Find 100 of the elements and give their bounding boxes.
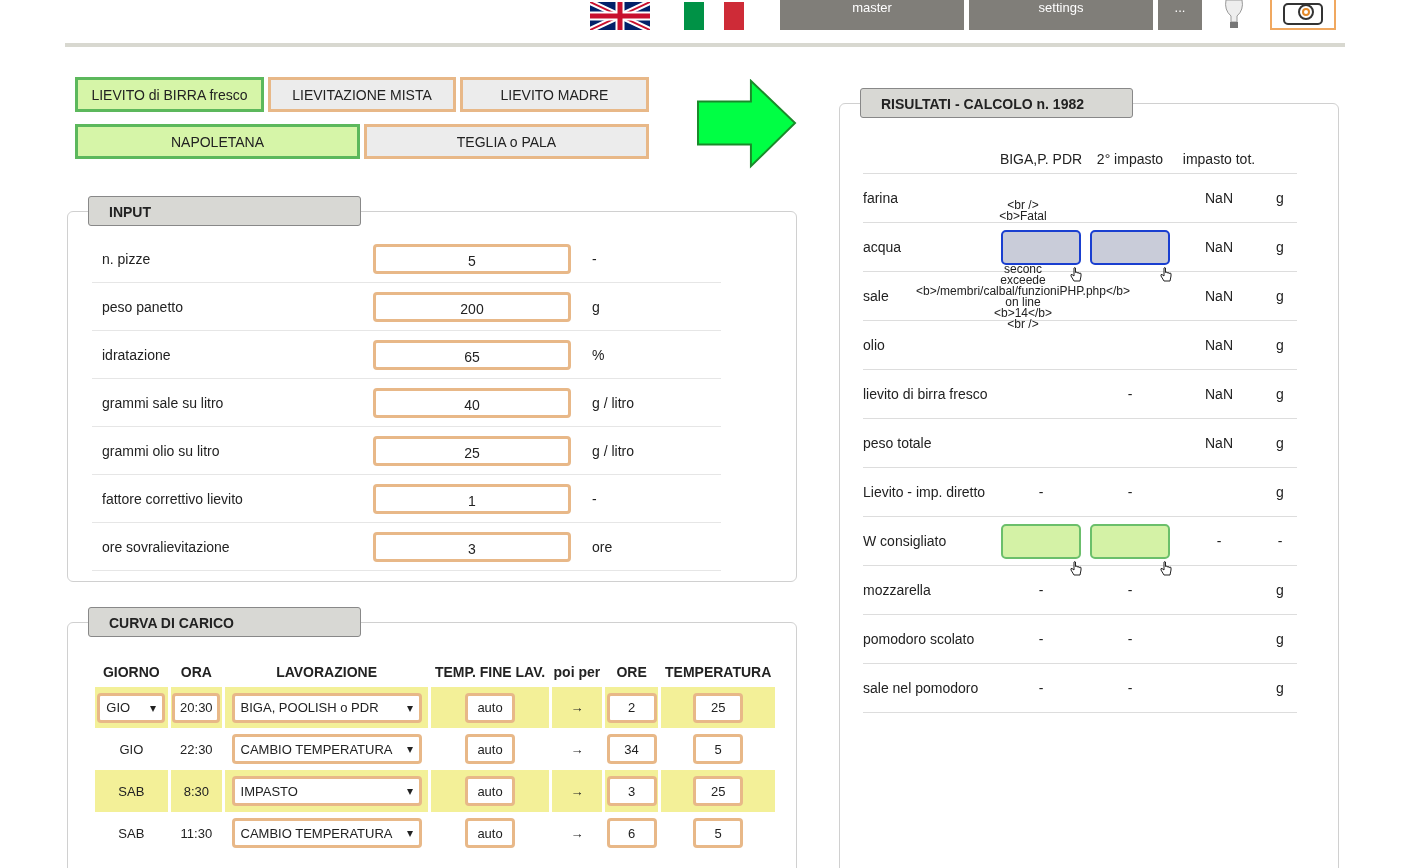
step-dropdown[interactable]: CAMBIO TEMPERATURA ▾ [231,734,422,764]
italy-flag-icon[interactable] [684,2,744,30]
input-field[interactable]: 200 [373,291,571,322]
day-text: GIO [119,741,144,757]
row-label: lievito di birra fresco [863,386,989,402]
arrow-text: → [570,783,584,799]
input-field[interactable]: 40 [373,387,571,418]
step-dropdown[interactable]: CAMBIO TEMPERATURA ▾ [231,818,422,848]
unit-label: g [1275,435,1285,451]
time-text: 8:30 [183,783,209,799]
temperature-field[interactable]: 25 [693,776,744,806]
time-text: 11:30 [180,825,213,841]
uk-flag-icon[interactable] [590,2,650,30]
result-field[interactable] [1001,229,1081,265]
hours-field[interactable]: 6 [606,818,657,848]
result-value: NaN [1204,288,1234,304]
unit-label: ore [592,538,613,555]
result-value: - [1037,582,1045,598]
unit-label: g [1275,386,1285,402]
temperature-field[interactable]: 25 [693,692,744,723]
mode-tab[interactable]: LIEVITO MADRE [460,77,649,112]
day-text: SAB [118,825,145,841]
row-label: olio [863,337,886,353]
end-temp-field[interactable]: auto [465,818,516,848]
column-header: TEMP. FINE LAV. [433,663,547,682]
result-value: NaN [1204,190,1234,206]
error-text: exceede [1000,275,1046,286]
mode-tab[interactable]: LIEVITAZIONE MISTA [268,77,456,112]
result-value: - [1126,484,1134,500]
column-header: poi per [552,663,602,682]
camera-icon[interactable] [1270,0,1336,30]
step-dropdown[interactable]: IMPASTO ▾ [231,776,422,806]
menu-button[interactable]: settings [969,0,1153,30]
result-value: - [1037,484,1045,500]
input-field[interactable]: 1 [373,483,571,514]
end-temp-field[interactable]: auto [465,776,516,806]
input-field[interactable]: 5 [373,243,571,274]
time-text: 22:30 [180,741,213,757]
temperature-field[interactable]: 5 [693,734,744,764]
result-value: - [1126,631,1134,647]
hours-field[interactable]: 34 [606,734,657,764]
step-dropdown[interactable]: BIGA, POOLISH o PDR ▾ [231,692,422,723]
mode-tab[interactable]: TEGLIA o PALA [364,124,649,159]
row-label: Lievito - imp. diretto [863,484,987,500]
error-text: <br /> [1007,200,1039,211]
mode-tab[interactable]: NAPOLETANA [75,124,360,159]
row-label: sale nel pomodoro [863,680,980,696]
menu-button[interactable]: ... [1158,0,1202,30]
result-field[interactable] [1090,523,1170,559]
row-label: pomodoro scolato [863,631,976,647]
unit-label: g [1275,680,1285,696]
hand-pointer-icon[interactable] [1069,560,1083,577]
column-header: BIGA,P. PDR [998,150,1084,167]
result-field[interactable] [1090,229,1170,265]
hours-field[interactable]: 3 [606,776,657,806]
error-text: <br /> [1007,319,1039,330]
result-value: - [1037,631,1045,647]
column-header: 2° impasto [1095,150,1165,167]
unit-label: g [1275,484,1285,500]
unit-label: g [592,298,600,315]
hand-pointer-icon[interactable] [1069,266,1083,283]
field-label: fattore correttivo lievito [101,490,244,507]
error-text: on line [1005,297,1041,308]
end-temp-field[interactable]: auto [465,734,516,764]
row-label: mozzarella [863,582,932,598]
row-label: peso totale [863,435,933,451]
input-field[interactable]: 25 [373,435,571,466]
error-text: <b>Fatal [999,211,1047,222]
unit-label: g [1275,337,1285,353]
end-temp-field[interactable]: auto [465,692,516,723]
input-field[interactable]: 65 [373,339,571,370]
column-header: GIORNO [101,663,161,682]
result-value: NaN [1204,435,1234,451]
unit-label: g [1275,288,1285,304]
field-label: n. pizze [101,250,152,267]
result-value: - [1126,582,1134,598]
caret-icon: ▾ [406,700,413,715]
arrow-text: → [570,825,584,841]
day-dropdown[interactable]: GIO ▾ [97,692,166,723]
unit-label: g [1275,190,1285,206]
caret-icon: ▾ [406,826,413,840]
hand-pointer-icon[interactable] [1159,560,1173,577]
result-value: - [1126,386,1134,402]
time-field[interactable]: 20:30 [172,692,221,723]
hand-pointer-icon[interactable] [1159,266,1173,283]
result-value: NaN [1204,337,1234,353]
error-text: <b>14</b> [993,308,1053,319]
field-label: grammi olio su litro [101,442,221,459]
hours-field[interactable]: 2 [606,692,657,723]
caret-icon: ▾ [150,700,157,715]
mode-tab[interactable]: LIEVITO di BIRRA fresco [75,77,264,112]
menu-button[interactable]: master [780,0,964,30]
unit-label: - [592,250,597,267]
field-label: grammi sale su litro [101,394,225,411]
column-header: TEMPERATURA [664,663,773,682]
result-field[interactable] [1001,523,1081,559]
result-value: - [1215,533,1223,549]
temperature-field[interactable]: 5 [693,818,744,848]
input-field[interactable]: 3 [373,531,571,562]
day-text: SAB [118,783,145,799]
